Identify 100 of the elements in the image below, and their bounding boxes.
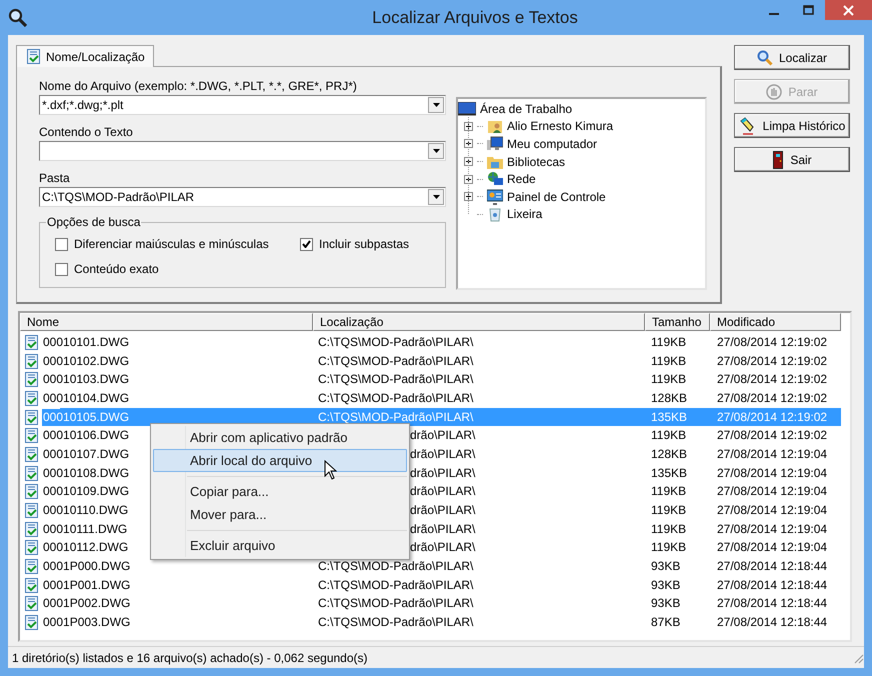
table-cell: C:\TQS\MOD-Padrão\PILAR\ [318,614,474,632]
network-icon [487,171,503,188]
table-cell: 119KB [651,371,686,388]
checkbox-label: Diferenciar maiúsculas e minúsculas [74,237,269,251]
table-cell[interactable]: 00010108.DWG [42,464,130,482]
table-cell[interactable]: 0001P002.DWG [42,595,132,612]
expand-icon[interactable] [464,139,473,148]
table-cell[interactable]: 00010104.DWG [42,390,130,407]
table-cell: 119KB [651,427,686,444]
dropdown-button[interactable] [428,143,444,159]
checklist-icon [27,49,40,64]
caret-icon [432,195,440,199]
tree-item[interactable]: Meu computador [507,136,598,151]
maximize-icon [802,5,814,15]
computer-icon [487,136,503,152]
table-cell[interactable]: 0001P001.DWG [42,576,132,594]
table-cell: 119KB [651,502,686,520]
table-cell[interactable]: 00010101.DWG [42,334,130,351]
table-cell[interactable]: 00010102.DWG [42,352,130,370]
action-button[interactable]: Limpa Histórico [734,113,850,138]
caret-icon [432,103,440,107]
file-icon [25,446,38,462]
group-title: Opções de busca [46,215,142,229]
file-icon [25,559,38,574]
field-label: Nome do Arquivo (exemplo: *.DWG, *.PLT, *.*, GRE*, PRJ*) [39,79,358,95]
minimize-icon [769,13,779,15]
table-cell[interactable]: 0001P003.DWG [42,614,132,632]
table-cell: 27/08/2014 12:19:04 [717,464,828,482]
table-cell: 27/08/2014 12:18:44 [717,558,828,576]
checkbox-label: Incluir subpastas [319,237,410,251]
table-cell[interactable]: 00010103.DWG [42,371,130,388]
tab[interactable]: Nome/Localização [16,45,154,67]
table-cell: 119KB [651,539,686,556]
table-cell: 27/08/2014 12:19:04 [717,539,828,556]
tree-item[interactable]: Bibliotecas [507,154,566,169]
tree-item[interactable]: Rede [507,172,536,186]
dropdown-button[interactable] [428,97,444,113]
table-cell: 93KB [651,576,680,594]
tree-item[interactable]: Alio Ernesto Kimura [507,119,614,134]
table-cell[interactable]: 00010106.DWG [42,427,130,444]
table-cell: 27/08/2014 12:18:44 [717,614,828,632]
table-cell[interactable]: 00010110.DWG [42,502,130,520]
table-cell: drão\PILAR\ [410,520,476,538]
table-cell[interactable]: 00010107.DWG [42,446,130,463]
table-cell[interactable]: 00010112.DWG [42,539,130,556]
column-header[interactable]: Localização [313,313,645,331]
column-header[interactable]: Tamanho [645,313,710,331]
search-icon [756,50,773,66]
recycle-bin-icon [487,206,503,222]
file-icon [25,466,38,481]
tree-item[interactable]: Painel de Controle [507,190,606,204]
file-icon [25,596,38,612]
door-icon [772,150,784,168]
file-icon [25,540,38,556]
file-icon [25,428,38,444]
action-button[interactable]: Sair [734,147,850,172]
table-cell: 135KB [651,408,688,426]
table-cell: drão\PILAR\ [410,464,476,482]
expand-icon[interactable] [464,174,473,184]
dropdown-button[interactable] [428,189,444,205]
checkbox[interactable] [300,238,313,250]
table-cell: drão\PILAR\ [410,446,476,463]
table-cell: C:\TQS\MOD-Padrão\PILAR\ [318,390,474,407]
expand-icon[interactable] [464,192,473,202]
table-cell[interactable]: 00010111.DWG [42,520,128,538]
column-header[interactable]: Modificado [710,313,841,331]
table-cell: C:\TQS\MOD-Padrão\PILAR\ [318,576,474,594]
menu-item[interactable]: Copiar para... [153,480,407,503]
combo-box[interactable]: C:\TQS\MOD-Padrão\PILAR [39,187,446,207]
caret-icon [432,149,440,153]
search-icon [8,8,28,28]
action-button[interactable]: Localizar [734,45,850,70]
table-cell: drão\PILAR\ [410,539,476,556]
file-icon [25,522,38,537]
table-cell[interactable]: 0001P000.DWG [42,558,132,576]
checkbox[interactable] [55,238,68,250]
resize-grip-icon[interactable] [852,652,864,664]
menu-item[interactable]: Abrir local do arquivo [153,449,407,472]
expand-icon[interactable] [464,157,473,166]
table-cell: 93KB [651,558,680,576]
menu-item[interactable]: Mover para... [153,503,407,526]
table-cell: 27/08/2014 12:19:02 [717,427,828,444]
table-cell: C:\TQS\MOD-Padrão\PILAR\ [318,352,474,370]
expand-icon[interactable] [464,122,473,131]
file-icon [25,334,38,350]
table-cell: 119KB [651,334,686,351]
tree-item[interactable]: Lixeira [507,207,542,222]
menu-item[interactable]: Excluir arquivo [153,534,407,557]
menu-item[interactable]: Abrir com aplicativo padrão [153,426,407,449]
table-cell: 27/08/2014 12:18:44 [717,576,828,594]
combo-box[interactable]: *.dxf;*.dwg;*.plt [39,95,446,115]
desktop-icon [458,102,476,116]
column-header[interactable]: Nome [20,313,313,331]
close-button[interactable] [825,0,872,20]
field-label: Contendo o Texto [39,125,134,141]
combo-box[interactable] [39,141,446,161]
checkbox[interactable] [55,262,68,276]
tree-item[interactable]: Área de Trabalho [480,102,572,116]
table-cell: 135KB [651,464,688,482]
table-cell[interactable]: 00010109.DWG [42,483,130,500]
